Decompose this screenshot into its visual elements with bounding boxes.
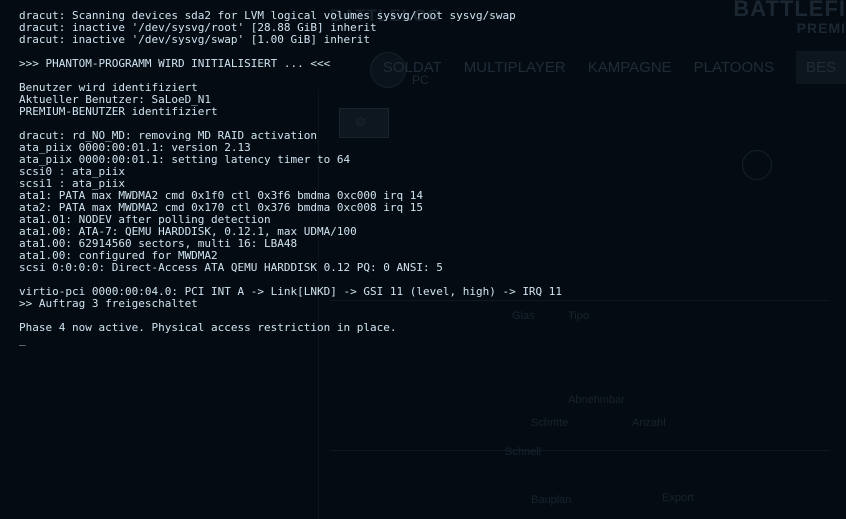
background-fragment: Anzahl (632, 417, 666, 429)
terminal-line: ata_piix 0000:00:01.1: setting latency t… (19, 153, 351, 166)
terminal-line: scsi0 : ata_piix (19, 165, 125, 178)
background-divider (330, 450, 830, 451)
terminal-line: dracut: inactive '/dev/sysvg/swap' [1.00… (19, 33, 370, 46)
terminal-line: Phase 4 now active. Physical access rest… (19, 321, 397, 334)
background-fragment: Abnehmbar (568, 394, 625, 406)
background-fragment: Export (662, 492, 694, 504)
terminal-line: scsi 0:0:0:0: Direct-Access ATA QEMU HAR… (19, 261, 443, 274)
background-fragment: Schritte (531, 417, 569, 429)
background-fragment: Schnell (505, 446, 542, 458)
terminal-output: dracut: Scanning devices sda2 for LVM lo… (19, 10, 836, 346)
terminal-line: >> Auftrag 3 freigeschaltet (19, 297, 198, 310)
terminal-line: PREMIUM-BENUTZER identifiziert (19, 105, 218, 118)
terminal-line: >>> PHANTOM-PROGRAMM WIRD INITIALISIERT … (19, 57, 331, 70)
background-fragment: Bauplan (531, 494, 572, 506)
terminal-cursor (19, 334, 836, 346)
